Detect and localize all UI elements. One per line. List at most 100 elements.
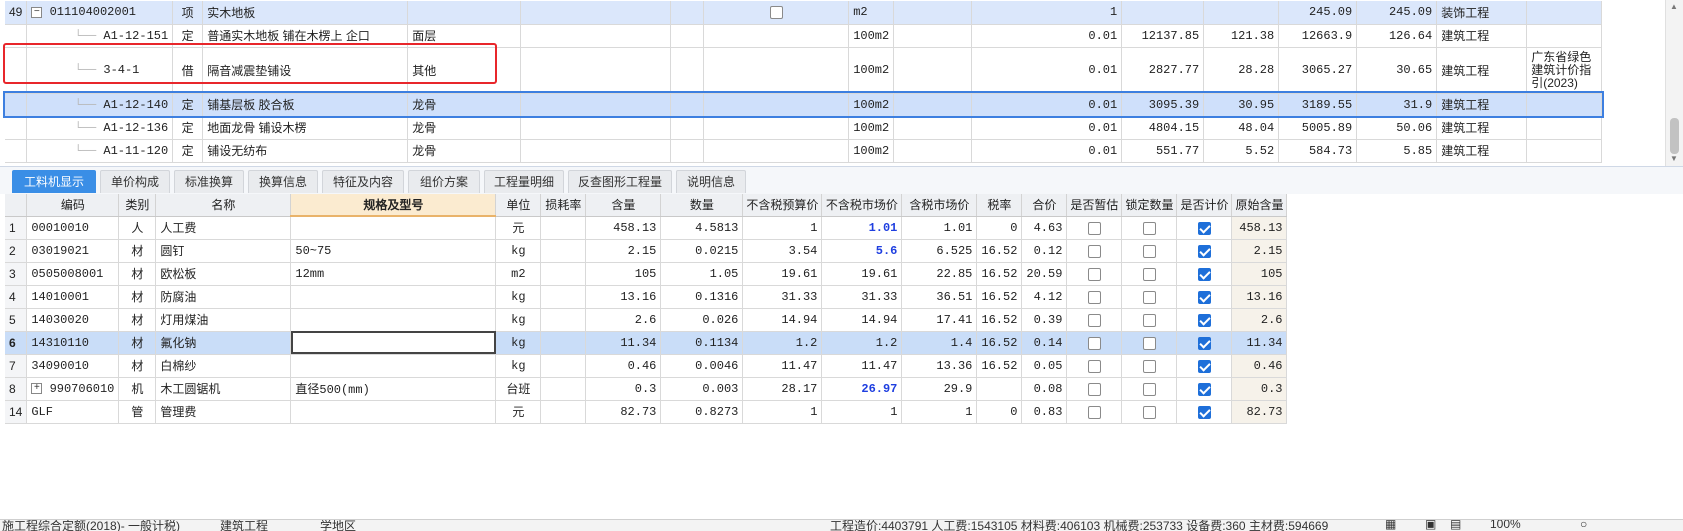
bill-type[interactable]: 定 [172, 116, 204, 140]
resource-est[interactable] [1066, 216, 1123, 240]
bill-empty-cell[interactable] [520, 93, 672, 117]
bill-empty-cell[interactable] [703, 116, 850, 140]
resource-budget[interactable]: 3.54 [742, 239, 823, 263]
bill-total[interactable]: 48.04 [1203, 116, 1280, 140]
bill-total[interactable] [1203, 1, 1280, 25]
resource-loss[interactable] [540, 239, 587, 263]
bill-type[interactable]: 项 [172, 1, 204, 25]
resource-priced[interactable] [1176, 308, 1233, 332]
bill-total[interactable]: 5.52 [1203, 139, 1280, 163]
est-checkbox[interactable] [1087, 359, 1101, 373]
column-header[interactable]: 不含税预算价 [742, 194, 823, 217]
bill-type[interactable]: 定 [172, 93, 204, 117]
resource-tax[interactable] [976, 377, 1023, 401]
resource-market_tax[interactable]: 13.36 [901, 354, 978, 378]
resource-sum[interactable]: 0.08 [1021, 377, 1068, 401]
bill-price[interactable]: 2827.77 [1121, 47, 1205, 94]
resource-spec[interactable] [290, 400, 497, 424]
resource-priced[interactable] [1176, 239, 1233, 263]
resource-priced[interactable] [1176, 262, 1233, 286]
resource-code[interactable]: 03019021 [26, 239, 120, 263]
resource-row[interactable]: 1 00010010 人人工费元 458.13 4.5813 1 1.01 1.01 0 4.63… [5, 216, 1288, 240]
resource-sum[interactable]: 0.83 [1021, 400, 1068, 424]
tab-8[interactable]: 反查图形工程量 [568, 170, 672, 193]
bill-c1[interactable]: 3189.55 [1278, 93, 1358, 117]
resource-orig[interactable]: 13.16 [1231, 285, 1288, 309]
resource-sum[interactable]: 0.12 [1021, 239, 1068, 263]
resource-qty[interactable]: 0.003 [660, 377, 744, 401]
resource-code[interactable]: 0505008001 [26, 262, 120, 286]
bill-c1[interactable]: 5005.89 [1278, 116, 1358, 140]
bill-c2[interactable]: 50.06 [1356, 116, 1438, 140]
est-checkbox[interactable] [1087, 313, 1101, 327]
resource-loss[interactable] [540, 262, 587, 286]
bill-note[interactable] [1526, 1, 1603, 25]
resource-code[interactable]: GLF [26, 400, 120, 424]
est-checkbox[interactable] [1087, 244, 1101, 258]
bill-code[interactable]: └── A1-11-120 [26, 139, 174, 163]
bill-unit[interactable]: 100m2 [848, 139, 895, 163]
resource-orig[interactable]: 0.46 [1231, 354, 1288, 378]
resource-market[interactable]: 14.94 [821, 308, 903, 332]
bill-empty-cell[interactable] [520, 1, 672, 25]
resource-code[interactable]: 14010001 [26, 285, 120, 309]
lock-checkbox[interactable] [1142, 313, 1156, 327]
est-checkbox[interactable] [1087, 221, 1101, 235]
resource-loss[interactable] [540, 285, 587, 309]
resource-qty[interactable]: 0.0046 [660, 354, 744, 378]
bill-total[interactable]: 28.28 [1203, 47, 1280, 94]
bill-note[interactable]: 广东省绿色建筑计价指引(2023) [1526, 47, 1603, 94]
resource-priced[interactable] [1176, 331, 1233, 355]
row-number[interactable]: 1 [5, 216, 28, 240]
priced-checkbox[interactable] [1197, 244, 1211, 258]
resource-content[interactable]: 458.13 [585, 216, 662, 240]
resource-sum[interactable]: 4.12 [1021, 285, 1068, 309]
tab-1[interactable]: 工料机显示 [12, 170, 96, 193]
bill-total[interactable]: 121.38 [1203, 24, 1280, 48]
resource-spec[interactable] [290, 308, 497, 332]
resource-content[interactable]: 11.34 [585, 331, 662, 355]
resource-qty[interactable]: 0.1316 [660, 285, 744, 309]
resource-lock[interactable] [1121, 400, 1178, 424]
bill-qty[interactable]: 0.01 [971, 139, 1123, 163]
resource-content[interactable]: 82.73 [585, 400, 662, 424]
resource-spec[interactable] [290, 216, 497, 240]
lock-checkbox[interactable] [1142, 336, 1156, 350]
resource-tax[interactable]: 16.52 [976, 354, 1023, 378]
column-header[interactable]: 原始含量 [1231, 194, 1288, 217]
column-header[interactable]: 规格及型号 [290, 194, 497, 217]
resource-cat[interactable]: 机 [118, 377, 157, 401]
resource-unit[interactable]: m2 [495, 262, 542, 286]
resource-est[interactable] [1066, 262, 1123, 286]
resource-name[interactable]: 防腐油 [155, 285, 292, 309]
resource-priced[interactable] [1176, 400, 1233, 424]
resource-orig[interactable]: 105 [1231, 262, 1288, 286]
column-header[interactable]: 类别 [118, 194, 157, 217]
bill-row[interactable]: └── A1-12-140 定铺基层板 胶合板 龙骨 100m2 0.01 3095.39… [3, 91, 1604, 118]
bill-price[interactable]: 12137.85 [1121, 24, 1205, 48]
resource-budget[interactable]: 28.17 [742, 377, 823, 401]
resource-priced[interactable] [1176, 285, 1233, 309]
resource-loss[interactable] [540, 216, 587, 240]
bill-code[interactable]: └── A1-12-140 [26, 93, 174, 117]
bill-type[interactable]: 定 [172, 139, 204, 163]
resource-market[interactable]: 1.2 [821, 331, 903, 355]
resource-tax[interactable]: 16.52 [976, 331, 1023, 355]
resource-market_tax[interactable]: 17.41 [901, 308, 978, 332]
resource-priced[interactable] [1176, 216, 1233, 240]
list-view-icon[interactable]: ▤ [1450, 520, 1461, 531]
resource-code[interactable]: 14310110 [26, 331, 120, 355]
collapse-icon[interactable]: − [31, 6, 43, 18]
resource-market_tax[interactable]: 22.85 [901, 262, 978, 286]
resource-qty[interactable]: 4.5813 [660, 216, 744, 240]
resource-unit[interactable]: 台班 [495, 377, 542, 401]
bill-seq[interactable] [5, 93, 28, 117]
resource-cat[interactable]: 人 [118, 216, 157, 240]
bill-discipline[interactable]: 建筑工程 [1436, 47, 1528, 94]
resource-name[interactable]: 管理费 [155, 400, 292, 424]
resource-market[interactable]: 1 [821, 400, 903, 424]
column-header[interactable]: 是否计价 [1176, 194, 1233, 217]
bill-empty-cell[interactable] [670, 139, 705, 163]
priced-checkbox[interactable] [1197, 336, 1211, 350]
resource-content[interactable]: 2.15 [585, 239, 662, 263]
